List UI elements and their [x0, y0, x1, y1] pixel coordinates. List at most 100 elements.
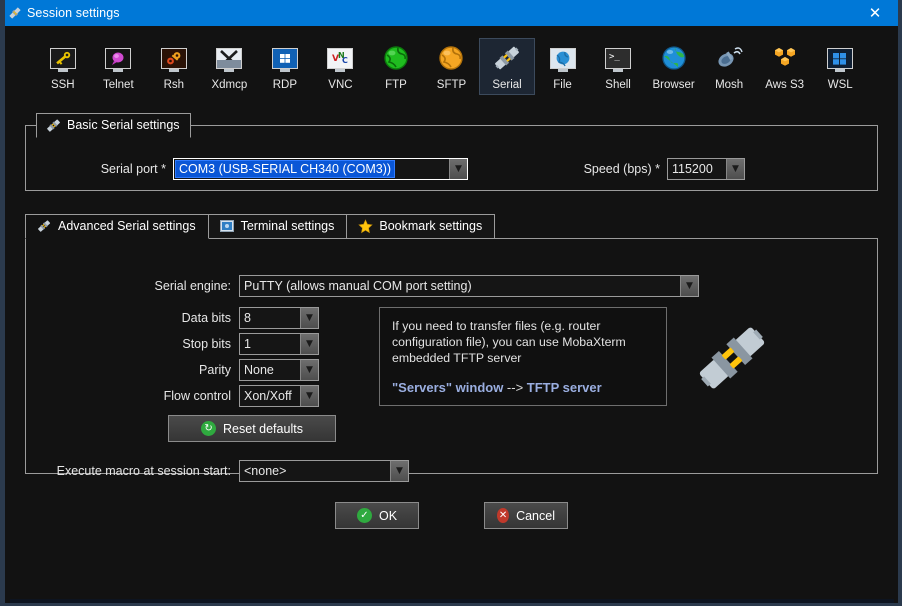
tab-label: Advanced Serial settings — [58, 219, 196, 233]
tab-terminal-settings[interactable]: Terminal settings — [207, 214, 348, 239]
speed-combo[interactable]: 115200 ▼ — [667, 158, 745, 180]
xdmcp-icon — [213, 43, 245, 73]
session-type-mosh[interactable]: Mosh — [701, 38, 757, 95]
serial-engine-combo[interactable]: PuTTY (allows manual COM port setting) ▼ — [239, 275, 699, 297]
session-type-label: RDP — [272, 79, 298, 91]
serial-connector-icon — [491, 43, 523, 73]
session-type-browser[interactable]: Browser — [646, 38, 702, 95]
execute-macro-value: <none> — [244, 464, 287, 478]
stop-bits-value: 1 — [244, 337, 251, 351]
reset-defaults-label: Reset defaults — [223, 421, 303, 436]
ok-button-label: OK — [378, 508, 398, 523]
session-type-toolbar: SSH Telnet Rsh Xdmcp RDP V N C VNC FTP S… — [19, 26, 884, 103]
chevron-down-icon[interactable]: ▼ — [300, 360, 318, 380]
session-type-xdmcp[interactable]: Xdmcp — [202, 38, 258, 95]
speed-label: Speed (bps) * — [583, 162, 660, 176]
session-type-label: SFTP — [436, 79, 467, 91]
session-type-serial[interactable]: Serial — [479, 38, 535, 95]
flow-control-combo[interactable]: Xon/Xoff ▼ — [239, 385, 319, 407]
advanced-serial-settings-panel: Serial engine: PuTTY (allows manual COM … — [25, 238, 878, 482]
session-type-label: Xdmcp — [211, 79, 248, 91]
data-bits-value: 8 — [244, 311, 251, 325]
tftp-link-suffix: TFTP server — [526, 380, 602, 395]
tab-advanced-serial-settings[interactable]: Advanced Serial settings — [25, 214, 209, 239]
session-type-label: Rsh — [163, 79, 185, 91]
window-title: Session settings — [27, 6, 120, 20]
serial-port-filler — [395, 159, 449, 179]
chevron-down-icon[interactable]: ▼ — [449, 159, 467, 179]
session-type-rdp[interactable]: RDP — [257, 38, 313, 95]
tab-bookmark-settings[interactable]: Bookmark settings — [346, 214, 496, 239]
chevron-down-icon[interactable]: ▼ — [300, 386, 318, 406]
reset-defaults-button[interactable]: ↻ Reset defaults — [168, 415, 336, 442]
serial-parameters-group: Data bits 8 ▼ Stop bits 1 ▼ Parity None … — [26, 307, 361, 442]
basic-serial-settings-legend-label: Basic Serial settings — [67, 118, 180, 132]
sftp-globe-icon — [435, 43, 467, 73]
settings-tabstrip: Advanced Serial settings Terminal settin… — [25, 213, 878, 239]
wsl-windows-icon — [824, 43, 856, 73]
vnc-icon: V N C — [324, 43, 356, 73]
session-type-label: FTP — [385, 79, 407, 91]
execute-macro-combo[interactable]: <none> ▼ — [239, 460, 409, 482]
rsh-icon — [158, 43, 190, 73]
tab-label: Terminal settings — [240, 219, 335, 233]
svg-text:>_: >_ — [609, 52, 620, 62]
chevron-down-icon[interactable]: ▼ — [300, 308, 318, 328]
serial-port-combo[interactable]: COM3 (USB-SERIAL CH340 (COM3)) ▼ — [173, 158, 468, 180]
tftp-info-box: If you need to transfer files (e.g. rout… — [379, 307, 667, 406]
terminal-icon — [219, 218, 235, 234]
serial-connector-icon — [45, 117, 61, 133]
browser-globe-icon — [658, 43, 690, 73]
parity-label: Parity — [199, 363, 231, 377]
shell-prompt-icon: >_ — [602, 43, 634, 73]
session-type-ssh[interactable]: SSH — [35, 38, 91, 95]
serial-connector-large-icon — [695, 321, 769, 400]
session-type-file[interactable]: File — [535, 38, 591, 95]
session-type-vnc[interactable]: V N C VNC — [313, 38, 369, 95]
session-settings-window: Session settings ✕ eefocus — [0, 0, 902, 606]
close-icon[interactable]: ✕ — [852, 0, 898, 26]
session-type-label: VNC — [328, 79, 353, 91]
data-bits-combo[interactable]: 8 ▼ — [239, 307, 319, 329]
data-bits-label: Data bits — [181, 311, 231, 325]
serial-port-label: Serial port * — [100, 162, 166, 176]
session-type-wsl[interactable]: WSL — [812, 38, 868, 95]
check-circle-icon: ✓ — [356, 508, 372, 523]
aws-s3-icon — [769, 43, 801, 73]
star-icon — [357, 218, 373, 234]
session-type-label: WSL — [827, 79, 853, 91]
refresh-icon: ↻ — [201, 421, 217, 436]
session-type-label: SSH — [50, 79, 75, 91]
session-type-rsh[interactable]: Rsh — [146, 38, 202, 95]
tftp-info-link: "Servers" window --> TFTP server — [392, 380, 654, 395]
session-type-label: File — [553, 79, 572, 91]
stop-bits-label: Stop bits — [182, 337, 231, 351]
session-type-label: Aws S3 — [765, 79, 805, 91]
stop-bits-combo[interactable]: 1 ▼ — [239, 333, 319, 355]
serial-engine-value: PuTTY (allows manual COM port setting) — [244, 279, 472, 293]
speed-value: 115200 — [672, 162, 713, 176]
basic-serial-settings-legend: Basic Serial settings — [36, 113, 191, 138]
ftp-globe-icon — [380, 43, 412, 73]
serial-engine-label: Serial engine: — [154, 279, 231, 293]
chevron-down-icon[interactable]: ▼ — [390, 461, 408, 481]
serial-port-value: COM3 (USB-SERIAL CH340 (COM3)) — [175, 160, 396, 178]
flow-control-label: Flow control — [163, 389, 231, 403]
session-type-label: Browser — [652, 79, 695, 91]
file-share-icon — [547, 43, 579, 73]
session-type-label: Telnet — [102, 79, 134, 91]
session-type-telnet[interactable]: Telnet — [91, 38, 147, 95]
session-type-ftp[interactable]: FTP — [368, 38, 424, 95]
bottom-cutoff-strip — [10, 599, 894, 603]
session-type-label: Shell — [605, 79, 631, 91]
chevron-down-icon[interactable]: ▼ — [726, 159, 744, 179]
cancel-button[interactable]: ✕ Cancel — [484, 502, 568, 529]
chevron-down-icon[interactable]: ▼ — [680, 276, 698, 296]
parity-combo[interactable]: None ▼ — [239, 359, 319, 381]
ok-button[interactable]: ✓ OK — [335, 502, 419, 529]
session-type-shell[interactable]: >_ Shell — [590, 38, 646, 95]
session-type-sftp[interactable]: SFTP — [424, 38, 480, 95]
session-type-aws-s3[interactable]: Aws S3 — [757, 38, 813, 95]
chevron-down-icon[interactable]: ▼ — [300, 334, 318, 354]
flow-control-value: Xon/Xoff — [244, 389, 292, 403]
